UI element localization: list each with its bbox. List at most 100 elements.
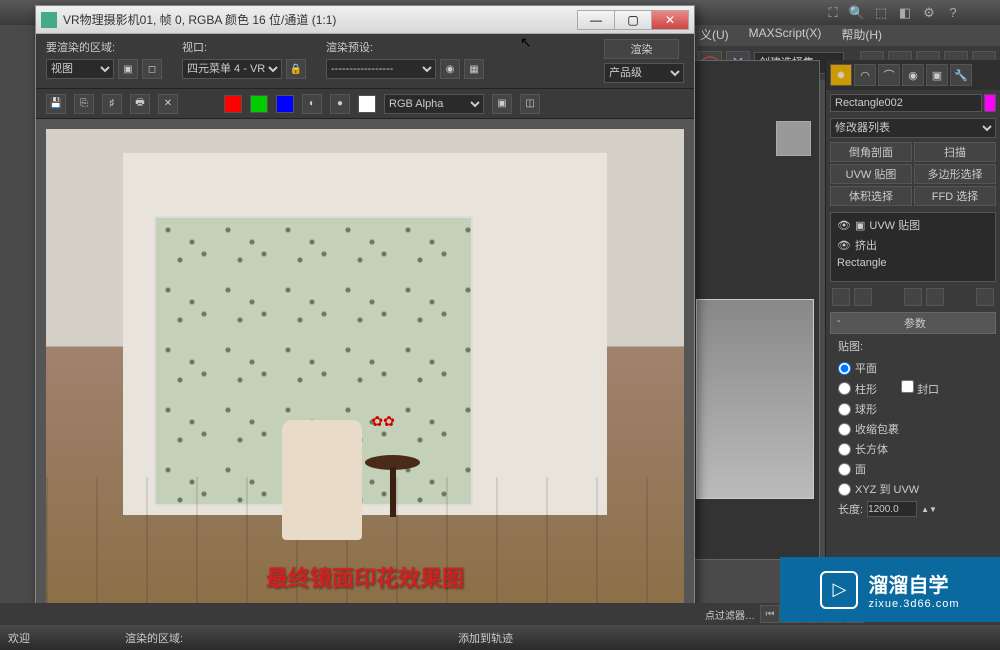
rfb-toolbar-channels: 💾 ⎘ ♯ 🖶 ✕ ◐ ● RGB Alpha ▣ ◫ [36,89,694,119]
lock-icon[interactable]: 🔒 [286,59,306,79]
preset-label: 渲染预设: [326,39,484,55]
stack-toolbar [826,286,1000,308]
map-shrink-radio[interactable] [838,423,851,436]
modifier-button[interactable]: UVW 贴图 [830,164,912,184]
copy-icon[interactable]: ⎘ [74,94,94,114]
modifier-button[interactable]: 扫描 [914,142,996,162]
create-tab[interactable]: ✸ [830,64,852,86]
map-sphere-radio[interactable] [838,403,851,416]
map-cylinder-radio[interactable] [838,382,851,395]
utilities-tab[interactable]: 🔧 [950,64,972,86]
alpha-toggle[interactable]: ◐ [302,94,322,114]
render-viewport[interactable]: 最终镜面印花效果图 [36,119,694,622]
modifier-list-dropdown[interactable]: 修改器列表 [830,118,996,138]
status-add: 添加到轨迹 [458,630,513,646]
filter-label[interactable]: 点过滤器… [705,607,755,622]
help-icon[interactable]: ? [945,5,961,21]
close-button[interactable]: ✕ [651,10,689,30]
area-label: 要渲染的区域: [46,39,162,55]
render-button[interactable]: 渲染 [604,39,679,59]
status-welcome: 欢迎 [8,630,30,646]
overlay-icon[interactable]: ▣ [492,94,512,114]
green-channel-toggle[interactable] [250,95,268,113]
stack-item: Rectangle [833,255,993,271]
remove-mod-icon[interactable] [926,288,944,306]
clear-icon[interactable]: ✕ [158,94,178,114]
play-logo-icon: ▷ [820,571,858,609]
length-spinner[interactable] [867,501,917,517]
settings-icon[interactable]: ▦ [464,59,484,79]
clone-icon[interactable]: ♯ [102,94,122,114]
map-box-radio[interactable] [838,443,851,456]
stack-item: 👁▣UVW 贴图 [833,215,993,235]
red-channel-toggle[interactable] [224,95,242,113]
status-render: 渲染的区域: [125,630,183,646]
motion-tab[interactable]: ◉ [902,64,924,86]
menu-item[interactable]: 帮助(H) [841,26,882,43]
blue-channel-toggle[interactable] [276,95,294,113]
make-unique-icon[interactable] [904,288,922,306]
configure-icon[interactable] [976,288,994,306]
status-bar: 欢迎 渲染的区域: 添加到轨迹 [0,625,1000,650]
object-name-input[interactable] [830,94,982,112]
crop-icon[interactable]: ◻ [142,59,162,79]
watermark-url: zixue.3d66.com [868,598,959,610]
menu-item[interactable]: MAXScript(X) [749,26,822,43]
viewport-dropdown[interactable]: 四元菜单 4 - VR‡ [182,59,282,79]
tool-icon[interactable]: ⬚ [873,5,889,21]
command-panel-tabs: ✸ ◠ ⌒ ◉ ▣ 🔧 [826,60,1000,90]
save-icon[interactable]: 💾 [46,94,66,114]
split-icon[interactable]: ◫ [520,94,540,114]
pin-stack-icon[interactable] [832,288,850,306]
render-frame-buffer-window: VR物理摄影机01, 帧 0, RGBA 颜色 16 位/通道 (1:1) — … [35,5,695,623]
maximize-button[interactable]: ▢ [614,10,652,30]
rfb-titlebar[interactable]: VR物理摄影机01, 帧 0, RGBA 颜色 16 位/通道 (1:1) — … [36,6,694,34]
tool-icon[interactable]: ⚙ [921,5,937,21]
display-tab[interactable]: ▣ [926,64,948,86]
viewcube[interactable] [776,121,811,156]
channel-dropdown[interactable]: RGB Alpha [384,94,484,114]
white-swatch[interactable] [358,95,376,113]
rollout-header[interactable]: -参数 [830,312,996,334]
app-icon [41,12,57,28]
goto-start-icon[interactable]: ⏮ [760,605,780,623]
show-result-icon[interactable] [854,288,872,306]
watermark-title: 溜溜自学 [868,569,959,598]
length-label: 长度: [838,501,863,517]
modifier-stack[interactable]: 👁▣UVW 贴图 👁挤出 Rectangle [830,212,996,282]
tool-icon[interactable]: ⛶ [825,5,841,21]
production-dropdown[interactable]: 产品级 [604,63,684,83]
tool-icon[interactable]: 🔍 [849,5,865,21]
viewport-label: 视口: [182,39,306,55]
modify-tab[interactable]: ◠ [854,64,876,86]
stack-item: 👁挤出 [833,235,993,255]
modifier-button[interactable]: 多边形选择 [914,164,996,184]
preset-dropdown[interactable]: ----------------- [326,59,436,79]
render-area-dropdown[interactable]: 视图 [46,59,114,79]
map-planar-radio[interactable] [838,362,851,375]
modifier-buttons: 倒角剖面 扫描 UVW 贴图 多边形选择 体积选择 FFD 选择 [826,140,1000,208]
modifier-button[interactable]: 倒角剖面 [830,142,912,162]
mono-toggle[interactable]: ● [330,94,350,114]
modifier-button[interactable]: FFD 选择 [914,186,996,206]
window-title: VR物理摄影机01, 帧 0, RGBA 颜色 16 位/通道 (1:1) [63,11,578,28]
preset-icon[interactable]: ◉ [440,59,460,79]
print-icon[interactable]: 🖶 [130,94,150,114]
object-color-swatch[interactable] [984,94,996,112]
spinner-arrows[interactable]: ▲▼ [921,505,937,514]
cap-checkbox[interactable] [901,380,914,393]
viewport-preview [696,299,814,499]
map-face-radio[interactable] [838,463,851,476]
render-caption: 最终镜面印花效果图 [266,561,464,593]
watermark: ▷ 溜溜自学 zixue.3d66.com [780,557,1000,622]
minimize-button[interactable]: — [577,10,615,30]
rendered-image: 最终镜面印花效果图 [46,129,684,612]
hierarchy-tab[interactable]: ⌒ [878,64,900,86]
region-icon[interactable]: ▣ [118,59,138,79]
viewport-background[interactable] [690,60,820,560]
mapping-label: 贴图: [838,338,988,354]
menu-item[interactable]: 义(U) [700,26,729,43]
map-xyz-radio[interactable] [838,483,851,496]
modifier-button[interactable]: 体积选择 [830,186,912,206]
tool-icon[interactable]: ◧ [897,5,913,21]
